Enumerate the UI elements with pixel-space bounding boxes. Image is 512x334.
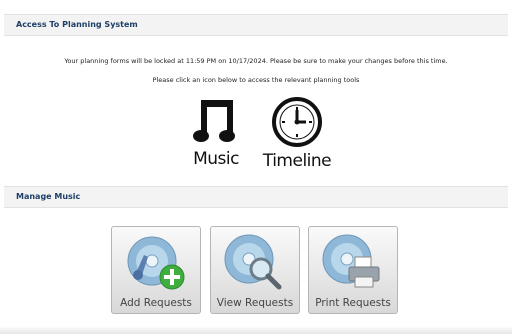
add-requests-button[interactable]: Add Requests (111, 226, 201, 314)
music-tool-label: Music (193, 149, 239, 169)
lock-notice: Your planning forms will be locked at 11… (64, 57, 448, 65)
music-note-icon (193, 100, 235, 142)
print-requests-button[interactable]: Print Requests (308, 226, 398, 314)
music-tool-link[interactable]: Music (186, 96, 246, 168)
cd-add-icon (127, 236, 185, 290)
access-section-header: Access To Planning System (4, 14, 508, 36)
view-requests-label: View Requests (216, 297, 294, 309)
timeline-tool-link[interactable]: Timeline (262, 96, 332, 170)
access-section-title: Access To Planning System (16, 20, 138, 29)
manage-music-title: Manage Music (16, 192, 81, 201)
click-instruction: Please click an icon below to access the… (152, 76, 360, 84)
print-requests-label: Print Requests (315, 297, 391, 309)
view-requests-button[interactable]: View Requests (210, 226, 300, 314)
cd-magnifier-icon (224, 234, 282, 290)
timeline-tool-label: Timeline (262, 151, 332, 171)
cd-printer-icon (322, 234, 380, 288)
manage-music-header: Manage Music (4, 186, 508, 208)
clock-icon (272, 97, 322, 147)
add-requests-label: Add Requests (120, 297, 192, 309)
bottom-divider (0, 326, 512, 334)
